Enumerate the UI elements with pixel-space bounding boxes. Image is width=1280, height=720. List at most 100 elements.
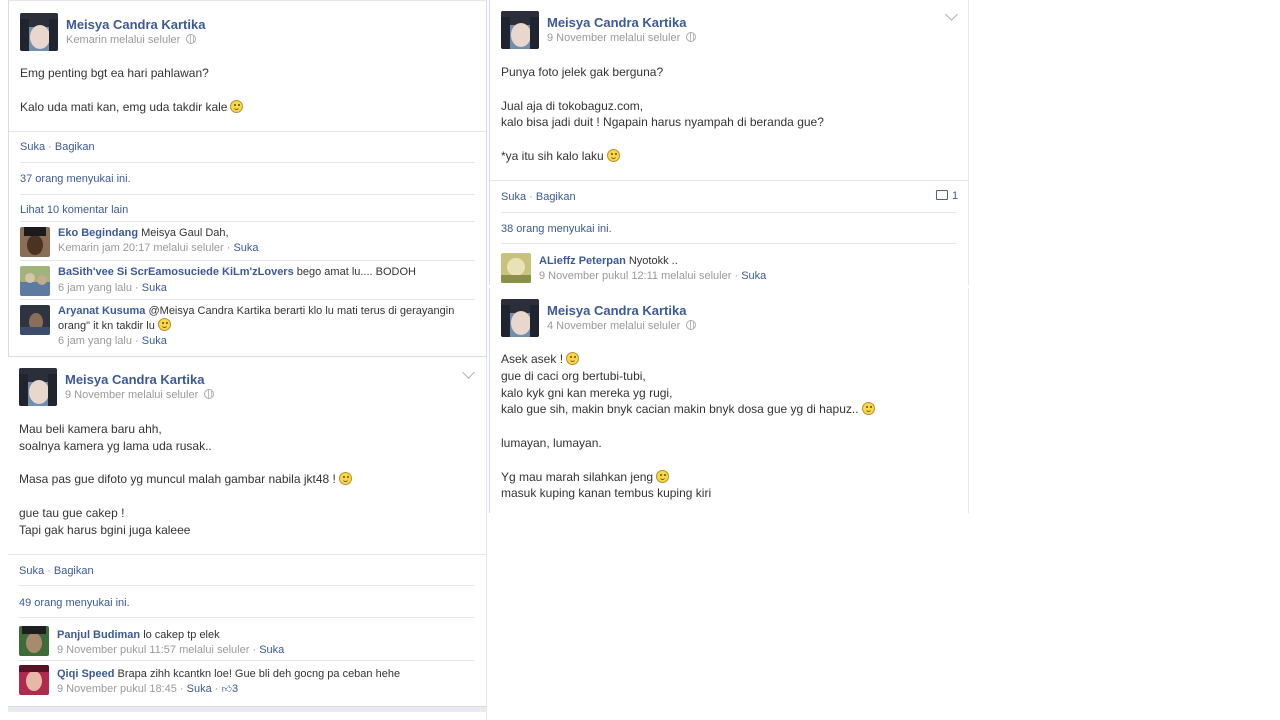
divider [19,617,474,618]
globe-icon [186,34,197,44]
comment-count[interactable]: 1 [936,190,958,202]
comment-like-link[interactable]: Suka [741,270,766,282]
post-meta-text[interactable]: Kemarin melalui seluler [66,34,180,46]
post-message: Punya foto jelek gak berguna? Jual aja d… [501,64,824,165]
message-line: Asek asek ! [501,351,875,368]
divider [20,221,475,222]
story-card-4: Meisya Candra Kartika 4 November melalui… [489,288,969,513]
like-count[interactable]: 37 orang menyukai ini. [20,173,131,185]
like-link[interactable]: Suka [19,565,44,577]
comment-like-link[interactable]: Suka [233,242,258,254]
comment-body: Meisya Gaul Dah, [141,227,229,239]
post-actions: Suka · Bagikan [20,141,95,153]
comment: Panjul Budiman lo cakep tp elek [57,628,467,642]
author-avatar[interactable] [20,13,58,51]
view-more-comments[interactable]: Lihat 10 komentar lain [20,204,128,216]
comment-meta: 6 jam yang lalu · Suka [58,282,167,294]
post-message: Asek asek ! gue di caci org bertubi-tubi… [501,351,875,502]
comment-like-link[interactable]: Suka [259,644,284,656]
message-line: Tapi gak harus bgini juga kaleee [19,522,191,537]
commenter-name[interactable]: Panjul Budiman [57,629,140,641]
feed-bottom-bar [8,706,487,712]
comment: BaSith'vee Si ScrEamosuciede KiLm'zLover… [58,265,468,279]
commenter-avatar[interactable] [20,227,50,257]
comment-meta: 6 jam yang lalu · Suka [58,335,167,347]
commenter-avatar[interactable] [20,305,50,335]
commenter-name[interactable]: ALieffz Peterpan [539,255,626,267]
thumbs-up-icon[interactable]: 👍︎ [222,683,232,695]
author-name[interactable]: Meisya Candra Kartika [66,17,205,32]
like-link[interactable]: Suka [501,191,526,203]
chevron-down-icon[interactable] [945,8,958,21]
message-line: Mau beli kamera baru ahh, [19,422,162,436]
comment-like-link[interactable]: Suka [142,335,167,347]
post-message: Mau beli kamera baru ahh, soalnya kamera… [19,421,352,539]
comment-body: Brapa zihh kcantkn loe! Gue bli deh gocn… [117,668,401,680]
chevron-down-icon[interactable] [462,366,475,379]
commenter-avatar[interactable] [19,626,49,656]
author-avatar[interactable] [501,299,539,337]
comment-body: Nyotokk .. [628,255,678,267]
post-meta-text[interactable]: 9 November melalui seluler [65,389,198,401]
post-timestamp[interactable]: Kemarin melalui seluler [66,34,197,46]
author-name[interactable]: Meisya Candra Kartika [547,15,686,30]
post-actions: Suka · Bagikan [501,191,576,203]
post-timestamp[interactable]: 9 November melalui seluler [65,389,215,401]
author-avatar[interactable] [19,368,57,406]
share-link[interactable]: Bagikan [55,141,95,153]
smiley-icon [566,352,580,365]
globe-icon [686,32,697,42]
globe-icon [686,320,697,330]
like-count[interactable]: 49 orang menyukai ini. [19,597,130,609]
smiley-icon [861,402,875,416]
message-line: kalo bisa jadi duit ! Ngapain harus nyam… [501,115,824,130]
post-message: Emg penting bgt ea hari pahlawan? Kalo u… [20,65,244,116]
commenter-name[interactable]: Qiqi Speed [57,668,114,680]
comment-like-count[interactable]: 3 [232,683,238,695]
message-line: Kalo uda mati kan, emg uda takdir kale [20,99,244,116]
divider [20,194,475,195]
story-card-1: Meisya Candra Kartika Kemarin melalui se… [8,0,487,357]
divider [20,260,475,261]
post-timestamp[interactable]: 4 November melalui seluler [547,320,697,332]
smiley-icon [338,472,352,486]
smiley-icon [606,148,620,162]
message-line: Emg penting bgt ea hari pahlawan? [20,66,209,80]
divider [501,212,956,213]
smiley-icon [230,99,244,113]
divider [20,299,475,300]
comment-like-link[interactable]: Suka [187,683,212,695]
commenter-name[interactable]: Eko Begindang [58,227,138,239]
author-name[interactable]: Meisya Candra Kartika [65,372,204,387]
divider [19,585,474,586]
commenter-name[interactable]: BaSith'vee Si ScrEamosuciede KiLm'zLover… [58,266,294,278]
divider [501,243,956,244]
post-timestamp[interactable]: 9 November melalui seluler [547,32,697,44]
comment: Aryanat Kusuma @Meisya Candra Kartika be… [58,304,468,333]
author-avatar[interactable] [501,11,539,49]
like-count[interactable]: 38 orang menyukai ini. [501,223,612,235]
comment-meta: Kemarin jam 20:17 melalui seluler · Suka [58,242,259,254]
story-card-2: Meisya Candra Kartika 9 November melalui… [489,0,969,285]
like-link[interactable]: Suka [20,141,45,153]
commenter-avatar[interactable] [20,266,50,296]
message-line: *ya itu sih kalo laku [501,148,824,165]
divider [20,162,475,163]
post-meta-text[interactable]: 9 November melalui seluler [547,32,680,44]
message-line: Masa pas gue difoto yg muncul malah gamb… [19,471,352,488]
message-line: masuk kuping kanan tembus kuping kiri [501,486,712,501]
share-link[interactable]: Bagikan [54,565,94,577]
message-line: Yg mau marah silahkan jeng [501,469,875,486]
comment-body: bego amat lu.... BODOH [296,266,416,278]
post-meta-text[interactable]: 4 November melalui seluler [547,320,680,332]
message-line: soalnya kamera yg lama uda rusak.. [19,438,212,453]
commenter-name[interactable]: Aryanat Kusuma [58,305,145,317]
share-link[interactable]: Bagikan [536,191,576,203]
comment-icon [936,190,948,200]
story-card-3: Meisya Candra Kartika 9 November melalui… [8,357,487,720]
commenter-avatar[interactable] [501,253,531,283]
comment-like-link[interactable]: Suka [142,282,167,294]
author-name[interactable]: Meisya Candra Kartika [547,303,686,318]
commenter-avatar[interactable] [19,665,49,695]
message-line: Punya foto jelek gak berguna? [501,65,664,79]
